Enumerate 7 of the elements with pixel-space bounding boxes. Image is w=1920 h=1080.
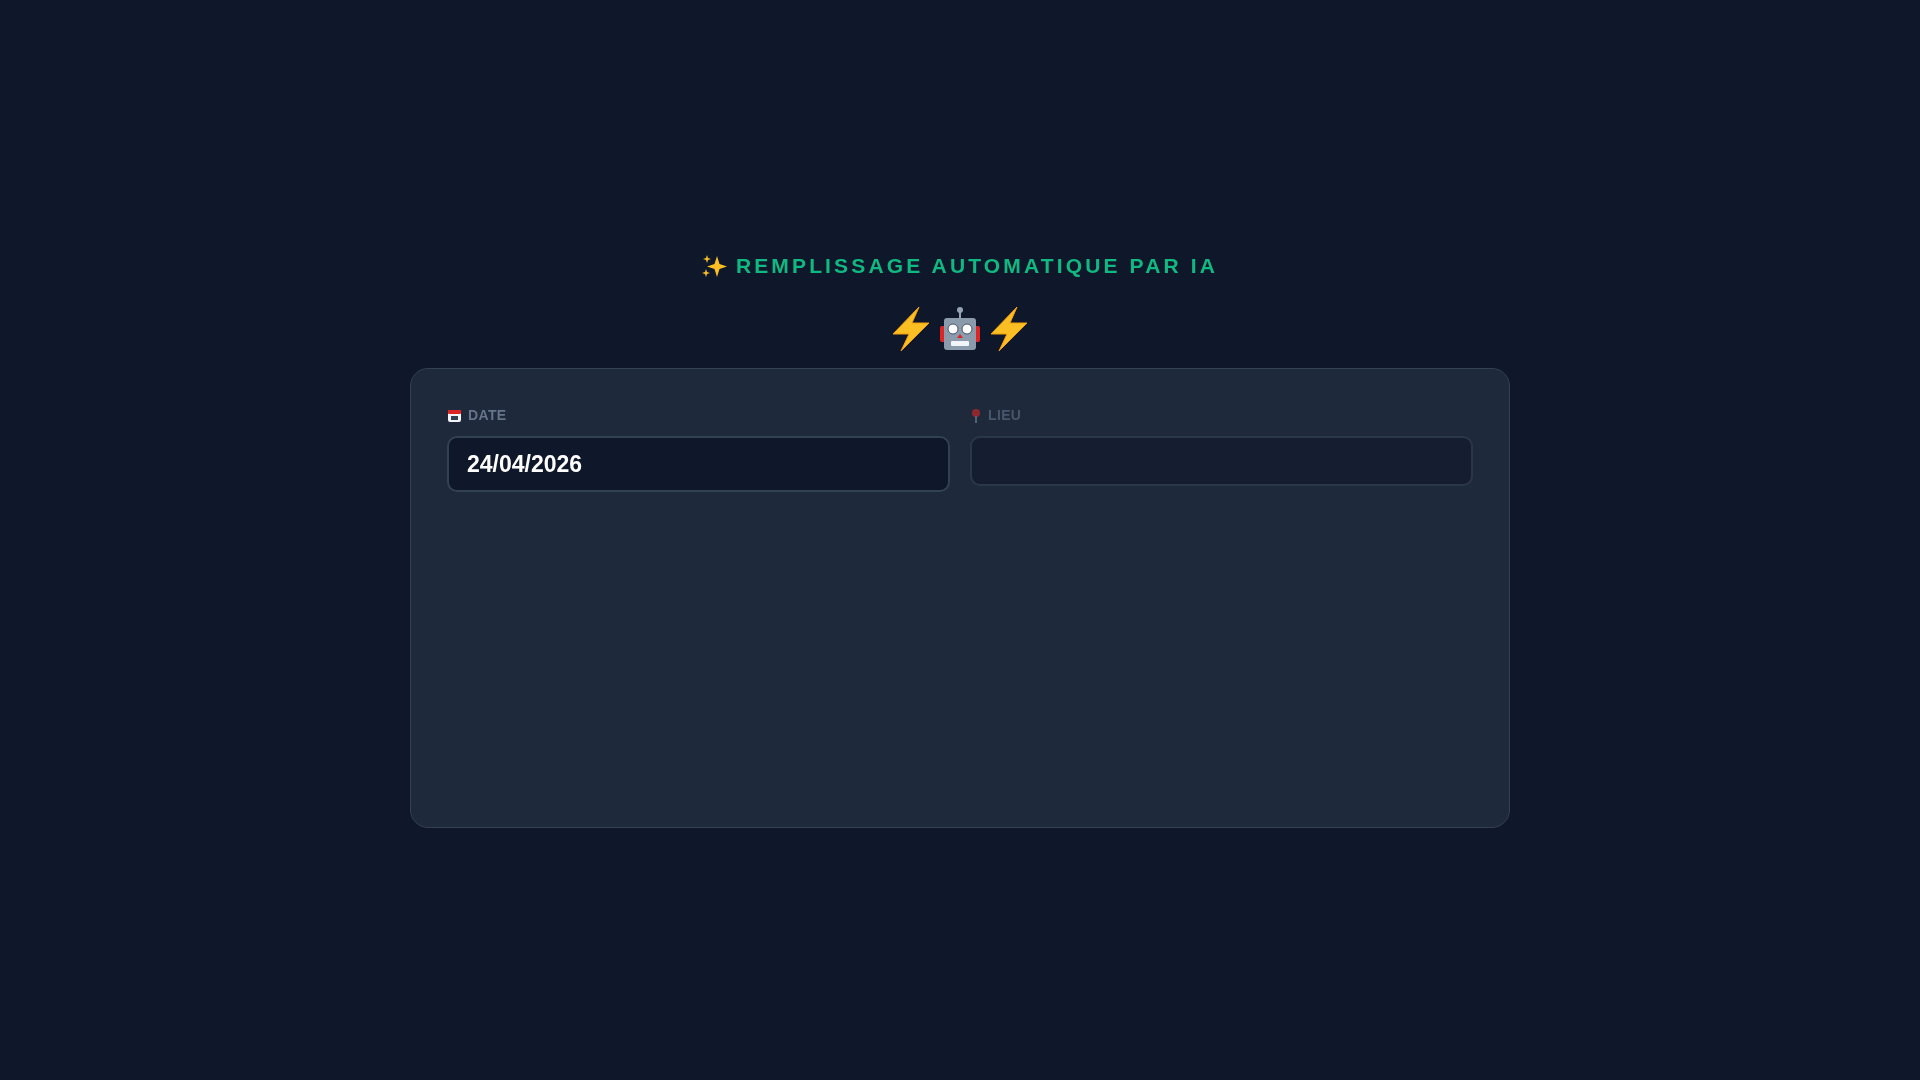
robot-icon xyxy=(937,306,983,352)
field-label: DATE xyxy=(468,406,507,425)
pin-icon xyxy=(970,408,982,423)
heading-title: REMPLISSAGE AUTOMATIQUE PAR IA xyxy=(735,253,1219,280)
calendar-icon xyxy=(447,408,462,423)
input-field[interactable]: 24/04/2026 xyxy=(447,436,950,492)
sparkles-icon xyxy=(701,254,728,278)
